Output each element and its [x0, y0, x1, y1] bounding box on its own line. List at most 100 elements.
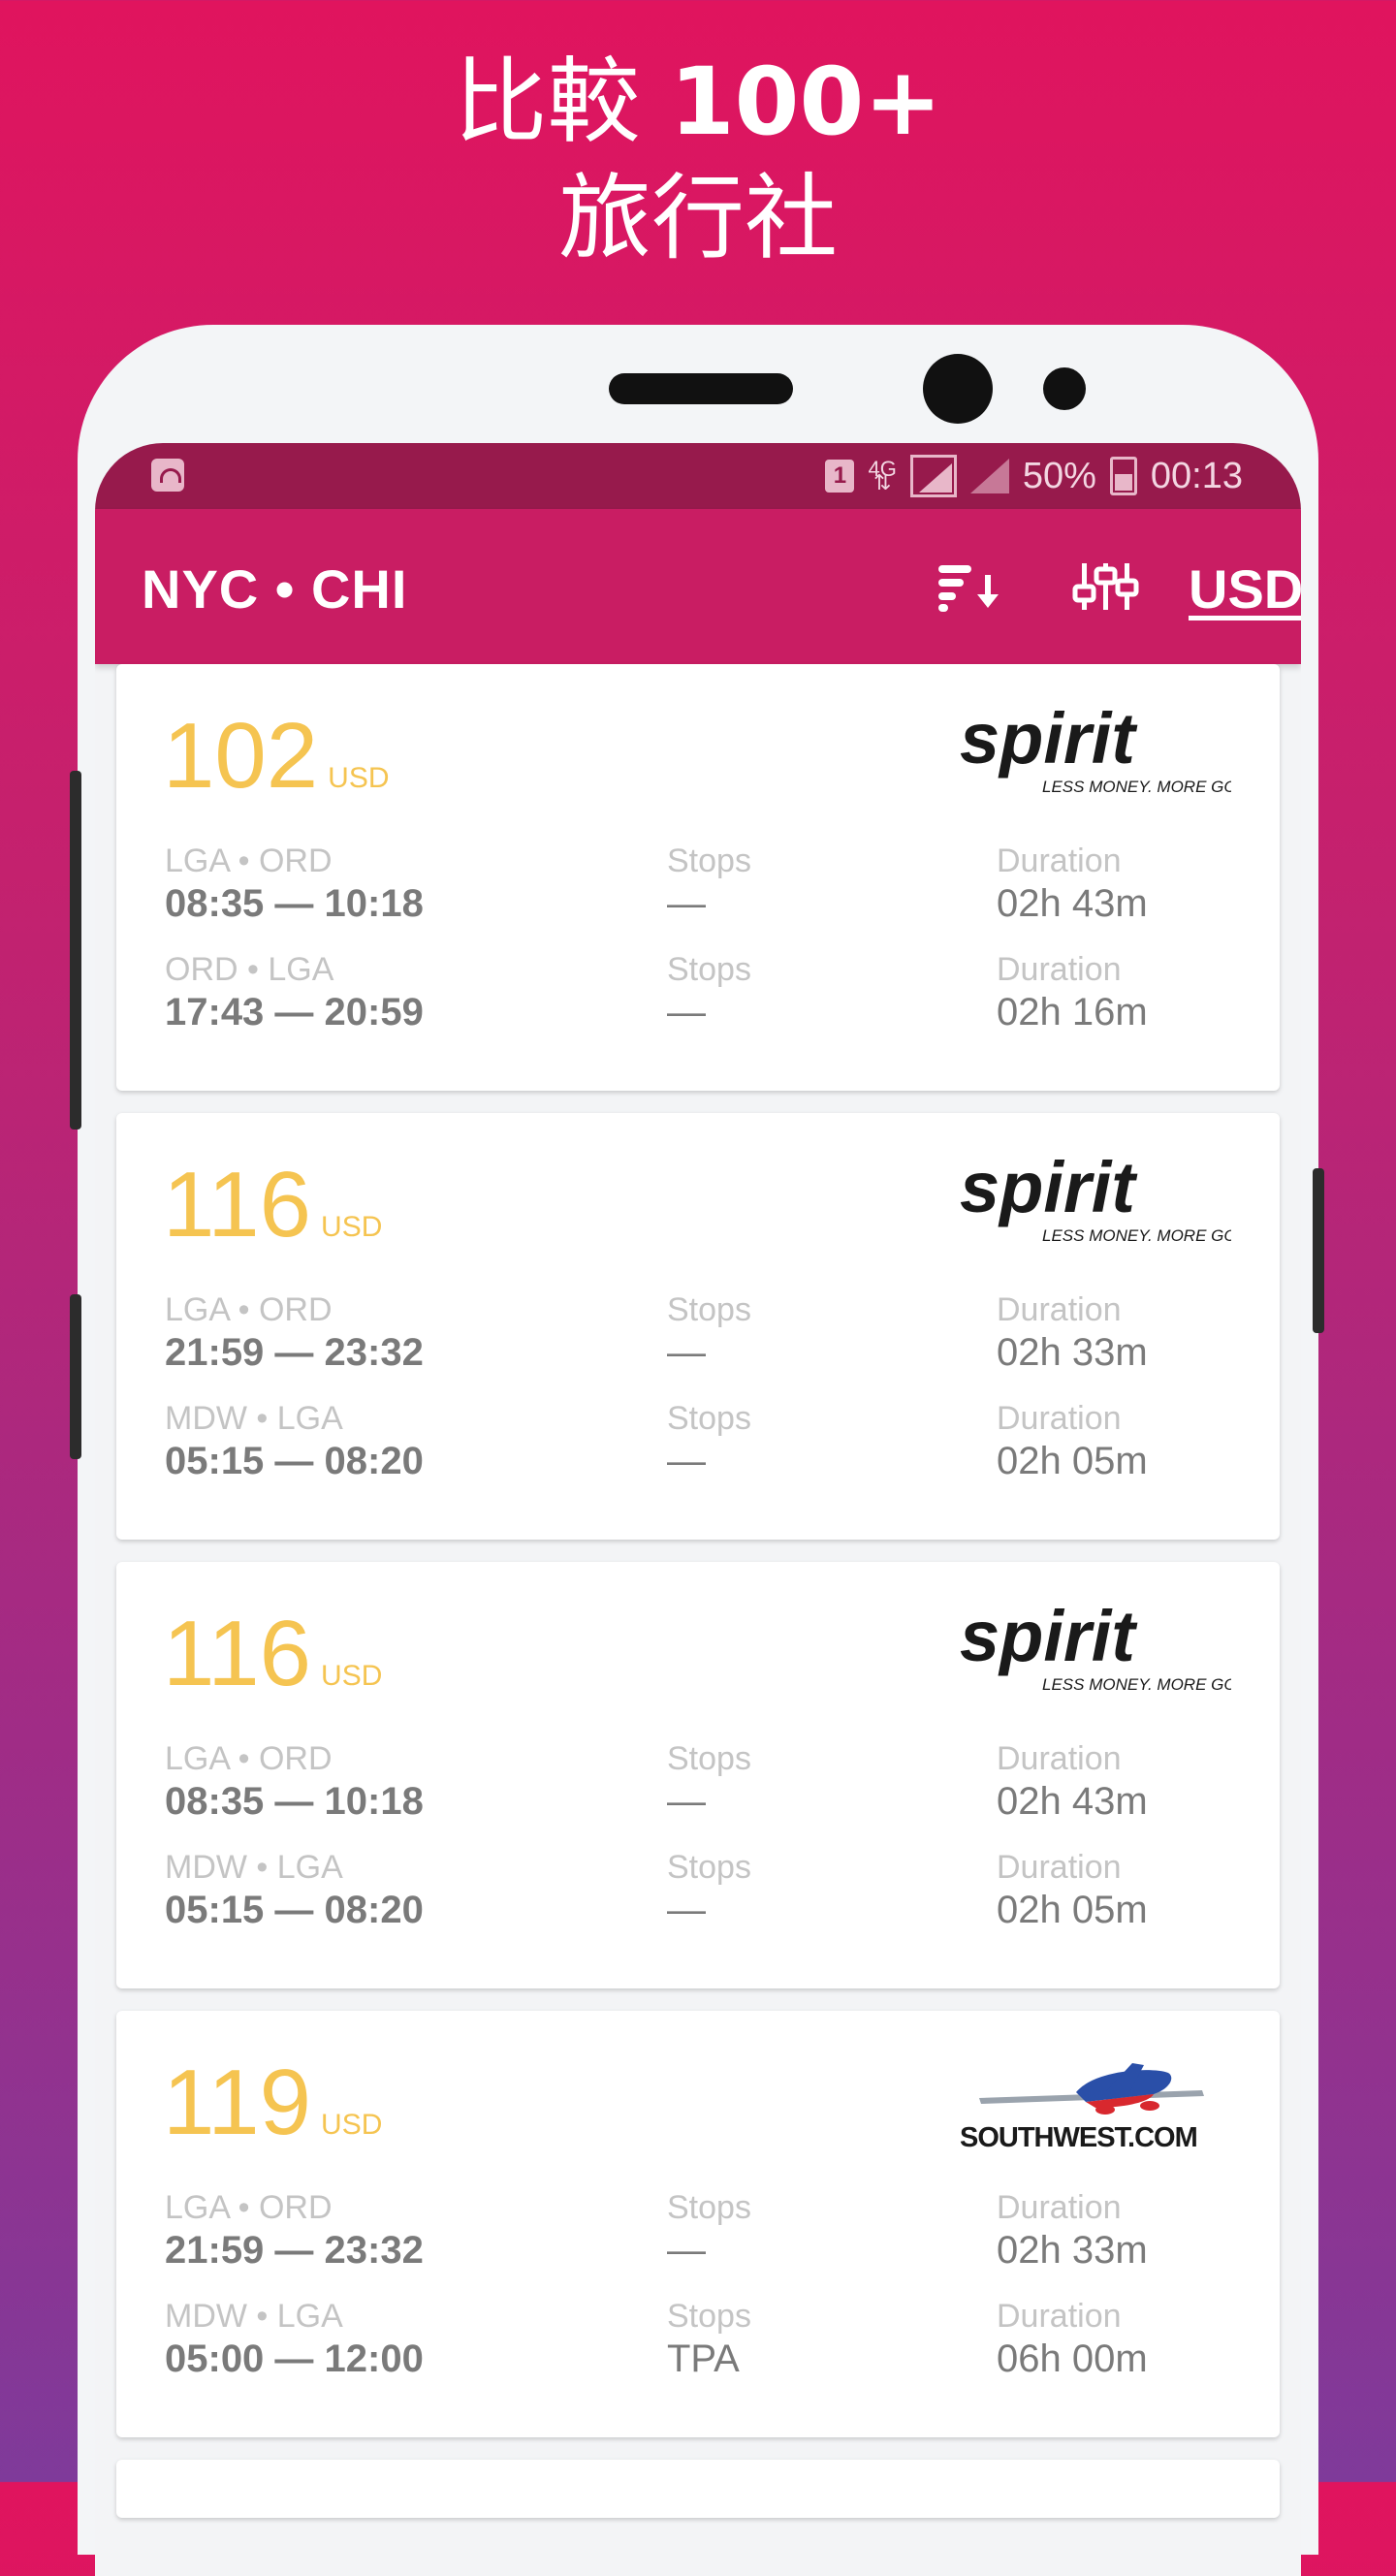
flight-result-card[interactable]: 116 USD spirit LESS MONEY. MORE GO. LGA •…	[116, 1113, 1280, 1540]
leg-times: 08:35 — 10:18	[165, 882, 424, 925]
return-leg: MDW • LGA 05:15 — 08:20 Stops — Duration 02…	[165, 1847, 1231, 1944]
status-bar: 1 4G ⇅ 50% 00:13	[95, 443, 1301, 509]
battery-percent: 50%	[1022, 455, 1096, 496]
svg-text:LESS MONEY. MORE GO.: LESS MONEY. MORE GO.	[1042, 1675, 1231, 1694]
battery-icon	[1109, 457, 1137, 495]
status-right: 1 4G ⇅ 50% 00:13	[825, 455, 1243, 497]
price-currency: USD	[321, 2109, 383, 2141]
power-button	[1313, 1168, 1324, 1333]
leg-duration: 02h 05m	[997, 1889, 1148, 1931]
spirit-logo: spirit LESS MONEY. MORE GO.	[960, 1601, 1231, 1694]
svg-text:spirit: spirit	[960, 703, 1138, 779]
headline-line-1: 比較 100+	[0, 44, 1396, 160]
earpiece-speaker	[609, 373, 793, 404]
duration-label: Duration	[997, 843, 1122, 879]
stops-label: Stops	[667, 1291, 751, 1328]
price-currency: USD	[321, 1211, 383, 1243]
svg-text:LESS MONEY. MORE GO.: LESS MONEY. MORE GO.	[1042, 778, 1231, 796]
sort-icon[interactable]	[935, 559, 1002, 614]
leg-duration: 06h 00m	[997, 2337, 1148, 2380]
price-currency: USD	[321, 1660, 383, 1692]
app-bar: NYC • CHI USD	[95, 509, 1301, 664]
headline-compare: 比較	[454, 48, 641, 156]
price: 119 USD	[163, 2050, 382, 2156]
promo-headline: 比較 100+ 旅行社	[0, 44, 1396, 276]
flight-result-card[interactable]	[116, 2460, 1280, 2518]
stops-label: Stops	[667, 1400, 751, 1437]
spirit-logo: spirit LESS MONEY. MORE GO.	[960, 1152, 1231, 1245]
price-amount: 119	[163, 2051, 312, 2154]
stops-label: Stops	[667, 2298, 751, 2335]
clock: 00:13	[1150, 455, 1243, 496]
duration-label: Duration	[997, 1740, 1122, 1777]
flight-result-card[interactable]: 102 USD spirit LESS MONEY. MORE GO. LGA •…	[116, 664, 1280, 1091]
svg-text:LESS MONEY. MORE GO.: LESS MONEY. MORE GO.	[1042, 1226, 1231, 1245]
outbound-leg: LGA • ORD 21:59 — 23:32 Stops — Duration 02…	[165, 1289, 1231, 1386]
stops-label: Stops	[667, 1740, 751, 1777]
stops-label: Stops	[667, 951, 751, 988]
leg-stops: —	[667, 1889, 706, 1931]
route-title: NYC • CHI	[142, 558, 408, 620]
headline-line-2: 旅行社	[558, 164, 838, 272]
leg-times: 05:15 — 08:20	[165, 1440, 424, 1482]
duration-label: Duration	[997, 2298, 1122, 2335]
leg-times: 08:35 — 10:18	[165, 1780, 424, 1823]
duration-label: Duration	[997, 951, 1122, 988]
duration-label: Duration	[997, 1849, 1122, 1886]
stops-label: Stops	[667, 2189, 751, 2226]
svg-text:SOUTHWEST.COM: SOUTHWEST.COM	[960, 2122, 1197, 2153]
app-screen: 1 4G ⇅ 50% 00:13 NYC • CHI USD 102 USD s…	[95, 443, 1301, 2576]
leg-times: 21:59 — 23:32	[165, 2229, 424, 2272]
price-amount: 116	[163, 1602, 312, 1705]
svg-text:spirit: spirit	[960, 1601, 1138, 1676]
leg-times: 17:43 — 20:59	[165, 991, 424, 1034]
leg-duration: 02h 43m	[997, 882, 1148, 925]
proximity-sensor	[1043, 367, 1086, 410]
duration-label: Duration	[997, 1400, 1122, 1437]
currency-selector[interactable]: USD	[1189, 557, 1301, 620]
stops-label: Stops	[667, 1849, 751, 1886]
headline-count: 100+	[669, 48, 942, 156]
southwest-logo: SOUTHWEST.COM	[960, 2063, 1204, 2153]
leg-stops: —	[667, 1780, 706, 1823]
filter-icon[interactable]	[1072, 559, 1140, 614]
leg-stops: —	[667, 1440, 706, 1482]
return-leg: MDW • LGA 05:15 — 08:20 Stops — Duration 02…	[165, 1398, 1231, 1495]
front-camera	[923, 354, 993, 424]
stops-label: Stops	[667, 843, 751, 879]
signal-icon	[909, 455, 957, 497]
network-type-icon: 4G ⇅	[868, 457, 897, 494]
duration-label: Duration	[997, 2189, 1122, 2226]
price-currency: USD	[328, 762, 390, 794]
outbound-leg: LGA • ORD 08:35 — 10:18 Stops — Duration 02…	[165, 1738, 1231, 1835]
spirit-logo: spirit LESS MONEY. MORE GO.	[960, 703, 1231, 796]
leg-times: 21:59 — 23:32	[165, 1331, 424, 1374]
flight-result-card[interactable]: 116 USD spirit LESS MONEY. MORE GO. LGA •…	[116, 1562, 1280, 1988]
price: 102 USD	[163, 703, 390, 810]
volume-button	[70, 771, 81, 1129]
price: 116 USD	[163, 1152, 382, 1258]
leg-duration: 02h 16m	[997, 991, 1148, 1034]
sim-icon: 1	[825, 460, 855, 493]
leg-stops: —	[667, 2229, 706, 2272]
leg-stops: TPA	[667, 2337, 740, 2380]
duration-label: Duration	[997, 1291, 1122, 1328]
wifi-icon	[151, 459, 184, 492]
leg-route: MDW • LGA	[165, 1849, 343, 1886]
leg-duration: 02h 33m	[997, 2229, 1148, 2272]
leg-route: MDW • LGA	[165, 2298, 343, 2335]
outbound-leg: LGA • ORD 08:35 — 10:18 Stops — Duration 02…	[165, 841, 1231, 938]
return-leg: MDW • LGA 05:00 — 12:00 Stops TPA Duration…	[165, 2296, 1231, 2393]
flight-result-card[interactable]: 119 USD SOUTHWEST.COM LGA • ORD 21:59 — 23…	[116, 2011, 1280, 2437]
svg-text:spirit: spirit	[960, 1152, 1138, 1227]
bixby-button	[70, 1294, 81, 1459]
leg-times: 05:00 — 12:00	[165, 2337, 424, 2380]
leg-stops: —	[667, 1331, 706, 1374]
price: 116 USD	[163, 1601, 382, 1707]
phone-frame: 1 4G ⇅ 50% 00:13 NYC • CHI USD 102 USD s…	[70, 325, 1324, 2576]
leg-duration: 02h 33m	[997, 1331, 1148, 1374]
price-amount: 102	[163, 704, 319, 808]
leg-route: LGA • ORD	[165, 843, 333, 879]
leg-route: MDW • LGA	[165, 1400, 343, 1437]
leg-duration: 02h 05m	[997, 1440, 1148, 1482]
